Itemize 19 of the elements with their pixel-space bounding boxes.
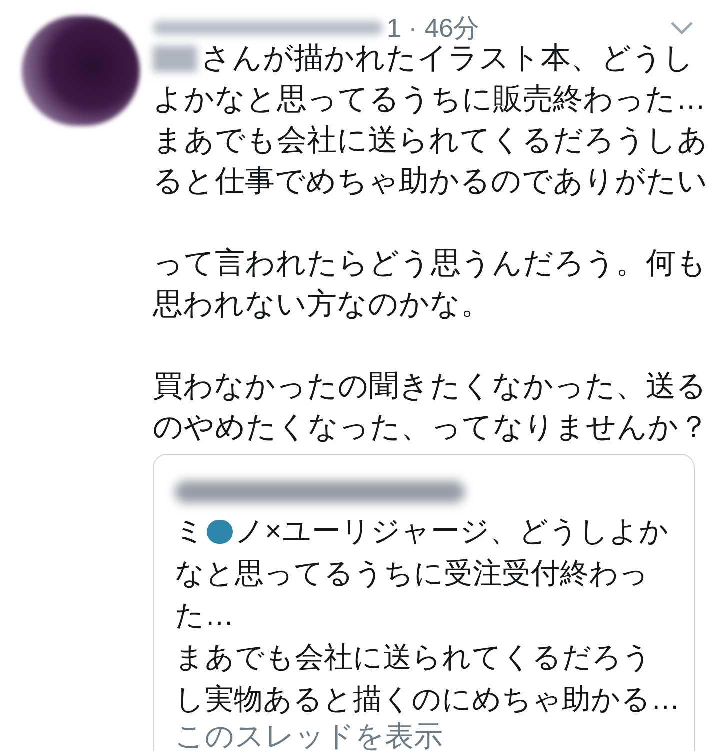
tweet-text: 買わなかったの聞きたくなかった、送る [153, 369, 707, 405]
quote-text: まあでも会社に送られてくるだろう [175, 641, 652, 676]
tweet-meta: 1 · 46分 [387, 18, 480, 38]
tweet-text: のやめたくなった、ってなりませんか？ [153, 410, 709, 446]
quote-text: し実物あると描くのにめちゃ助かる… [175, 683, 680, 718]
tweet-text: よかなと思ってるうちに販売終わった… [153, 82, 706, 118]
blurred-blob-icon [207, 520, 233, 544]
tweet-text: まあでも会社に送られてくるだろうしあ [153, 123, 708, 159]
quote-text: なと思ってるうちに受注受付終わっ [175, 557, 649, 592]
avatar[interactable] [22, 16, 140, 126]
quote-text: た… [175, 599, 234, 634]
blurred-name [153, 46, 197, 72]
tweet-text: 思われない方なのかな。 [153, 287, 491, 323]
quote-text: ノ×ユーリジャージ、どうしよか [235, 515, 669, 550]
tweet-text: って言われたらどう思うんだろう。何も [153, 246, 707, 282]
show-thread-link[interactable]: このスレッドを表示 [175, 721, 443, 751]
quote-text: ミ [175, 515, 205, 550]
tweet-text: さんが描かれたイラスト本、どうし [201, 41, 694, 77]
tweet-text: ると仕事でめちゃ助かるのでありがたい [153, 164, 708, 200]
